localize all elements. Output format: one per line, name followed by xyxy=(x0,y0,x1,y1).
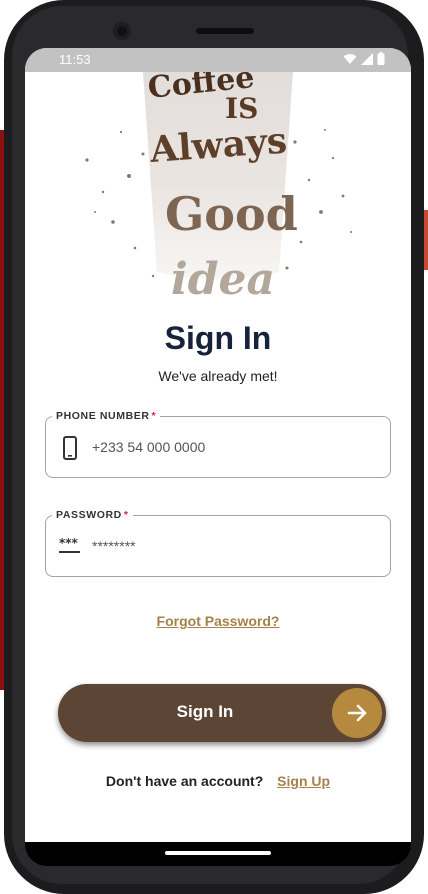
forgot-password-link[interactable]: Forgot Password? xyxy=(25,613,411,629)
password-icon: *** xyxy=(59,536,80,553)
phone-screen: 11:53 Coffee IS Always Good idea Sign In… xyxy=(25,48,411,842)
smartphone-icon xyxy=(63,436,77,460)
battery-icon xyxy=(377,52,385,65)
phone-number-field[interactable]: PHONE NUMBER * xyxy=(45,408,391,478)
signal-icon xyxy=(361,52,373,65)
sign-up-link[interactable]: Sign Up xyxy=(277,773,330,789)
status-icons xyxy=(343,52,385,65)
hero-illustration: Coffee IS Always Good idea xyxy=(25,72,411,308)
status-bar: 11:53 xyxy=(25,48,411,72)
earpiece-speaker xyxy=(196,28,254,34)
status-time: 11:53 xyxy=(59,52,91,67)
sign-in-label: Sign In xyxy=(176,702,234,721)
svg-text:IS: IS xyxy=(225,92,258,125)
wifi-icon xyxy=(343,53,357,64)
front-camera xyxy=(113,22,131,40)
svg-text:***: *** xyxy=(59,536,79,550)
coffee-cup-lettering: Coffee IS Always Good idea xyxy=(85,72,352,305)
arrow-right-icon xyxy=(347,704,367,722)
sign-in-button[interactable]: Sign In xyxy=(58,684,386,742)
arrow-button[interactable] xyxy=(332,688,382,738)
phone-number-input[interactable] xyxy=(92,417,382,477)
password-input[interactable] xyxy=(92,516,382,576)
home-indicator[interactable] xyxy=(165,851,271,855)
page-subtitle: We've already met! xyxy=(158,368,278,384)
svg-text:Good: Good xyxy=(165,187,298,241)
app-stage: 11:53 Coffee IS Always Good idea Sign In… xyxy=(0,0,428,894)
svg-text:idea: idea xyxy=(171,254,275,305)
page-title: Sign In xyxy=(164,320,272,356)
password-field[interactable]: PASSWORD * *** xyxy=(45,507,391,577)
signup-row: Don't have an account? Sign Up xyxy=(25,773,411,789)
signup-question: Don't have an account? xyxy=(105,773,264,789)
